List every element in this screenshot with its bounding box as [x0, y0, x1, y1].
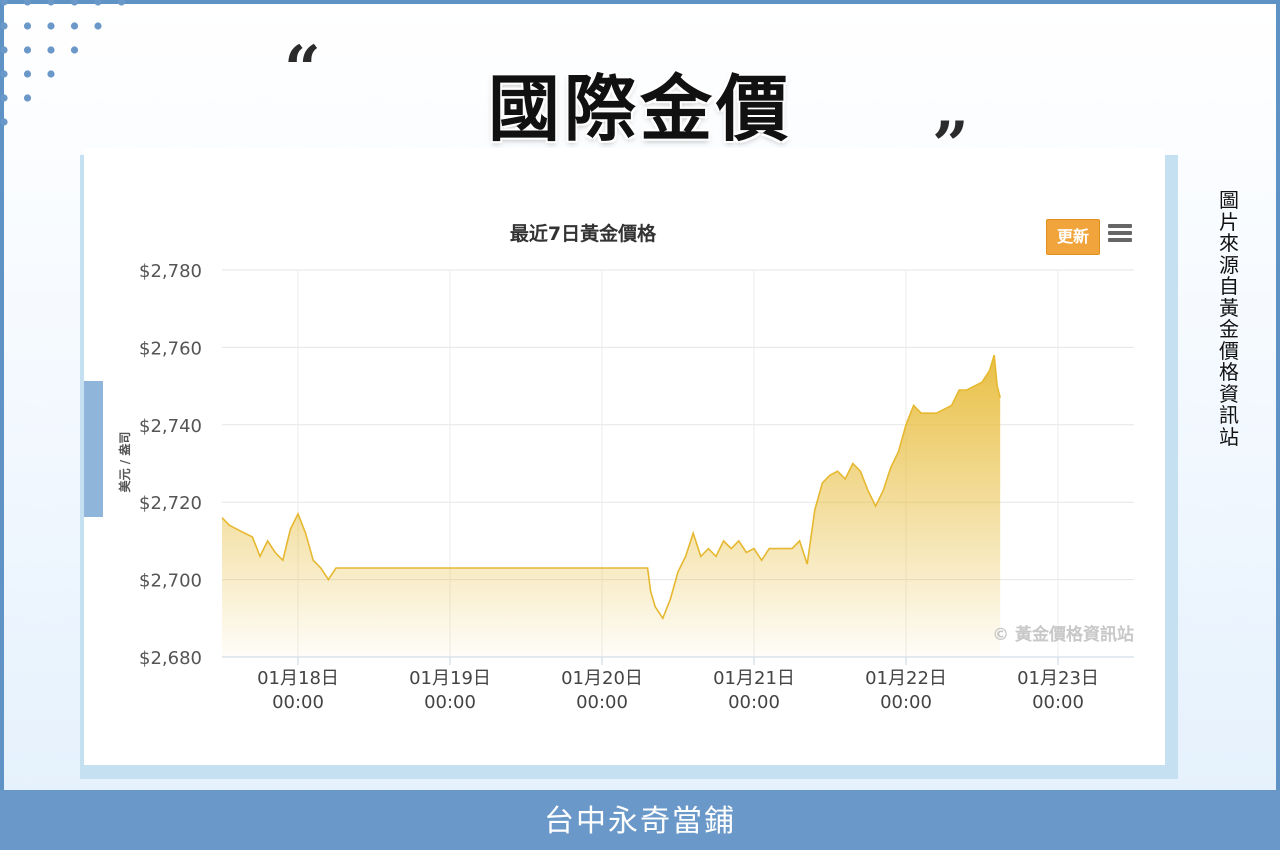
source-caption-char: 圖 — [1219, 188, 1239, 212]
source-caption-char: 金 — [1219, 317, 1239, 341]
y-tick-label: $2,700 — [139, 571, 202, 592]
x-tick-label: 01月20日 — [561, 668, 643, 689]
y-tick-label: $2,780 — [139, 261, 202, 282]
source-caption-char: 價 — [1219, 338, 1239, 363]
y-tick-label: $2,720 — [139, 493, 202, 514]
hamburger-menu-icon[interactable] — [1108, 224, 1132, 246]
x-tick-label: 01月18日 — [257, 668, 339, 689]
price-area — [222, 355, 1001, 657]
x-tick-label: 01月22日 — [865, 668, 947, 689]
source-caption-char: 格 — [1219, 360, 1239, 384]
x-tick-label: 01月19日 — [409, 668, 491, 689]
chart-title: 最近7日黃金價格 — [510, 222, 657, 245]
source-caption: 圖片來源自黃金價格資訊站 — [1214, 188, 1244, 449]
y-tick-label: $2,760 — [139, 338, 202, 359]
chart-watermark: © 黃金價格資訊站 — [992, 624, 1134, 645]
source-caption-char: 資 — [1219, 381, 1239, 406]
x-tick-sublabel: 00:00 — [424, 692, 476, 713]
x-tick-label: 01月23日 — [1017, 668, 1099, 689]
source-caption-char: 黃 — [1219, 295, 1239, 320]
x-tick-sublabel: 00:00 — [880, 692, 932, 713]
source-caption-char: 來 — [1219, 231, 1239, 255]
x-tick-sublabel: 00:00 — [728, 692, 780, 713]
y-tick-label: $2,680 — [139, 648, 202, 669]
source-caption-char: 站 — [1219, 424, 1239, 449]
update-button[interactable]: 更新 — [1046, 219, 1100, 255]
source-caption-char: 源 — [1219, 252, 1239, 277]
x-tick-sublabel: 00:00 — [272, 692, 324, 713]
source-caption-char: 訊 — [1219, 403, 1239, 427]
x-tick-sublabel: 00:00 — [1032, 692, 1084, 713]
source-caption-char: 片 — [1219, 209, 1239, 234]
gold-price-chart: $2,680 $2,700 $2,720 $2,740 $2,760 $2,780 01月1… — [117, 222, 1134, 713]
x-tick-sublabel: 00:00 — [576, 692, 628, 713]
x-tick-label: 01月21日 — [713, 668, 795, 689]
y-axis-label: 美元 / 盎司 — [117, 432, 132, 493]
footer-banner: 台中永奇當鋪 — [0, 790, 1280, 850]
y-tick-label: $2,740 — [139, 416, 202, 437]
source-caption-char: 自 — [1219, 274, 1239, 298]
